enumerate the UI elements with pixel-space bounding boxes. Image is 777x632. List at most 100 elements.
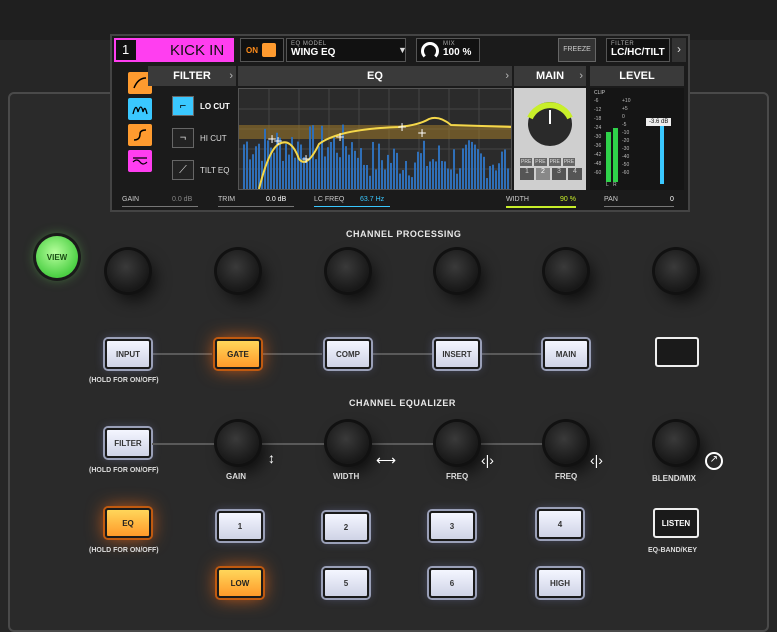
lcfreq-slider[interactable]: [314, 206, 390, 207]
spectrum-bar: [384, 169, 386, 189]
dynamic-eq-band-icon[interactable]: [128, 150, 152, 172]
band-button-3[interactable]: 3: [429, 511, 475, 541]
meter-r-label: R: [613, 182, 617, 188]
filter-item-locut[interactable]: ⌐ LO CUT: [172, 96, 230, 116]
main-send-panel[interactable]: PRE PRE PRE PRE 1 2 3 4: [514, 88, 586, 190]
band-button-low[interactable]: LOW: [217, 568, 263, 598]
processing-knob-1[interactable]: [107, 250, 149, 292]
filter-type-selector[interactable]: FILTER LC/HC/TILT: [606, 38, 670, 62]
chevron-down-icon[interactable]: ▼: [398, 38, 408, 62]
spectrum-bar: [486, 178, 488, 189]
spectrum-bar: [264, 128, 266, 189]
band-button-high[interactable]: HIGH: [537, 568, 583, 598]
pre-tag: PRE: [520, 158, 533, 166]
eq-section-header[interactable]: EQ ›: [238, 66, 512, 86]
trim-value[interactable]: 0.0 dB: [266, 196, 286, 203]
filter-section-header[interactable]: FILTER ›: [148, 66, 236, 86]
spectrum-bar: [495, 170, 497, 189]
bell-band-icon[interactable]: [128, 98, 152, 120]
highcut-band-icon[interactable]: [128, 124, 152, 146]
spectrum-bar: [423, 140, 425, 189]
listen-button[interactable]: LISTEN: [653, 508, 699, 538]
eq-gain-knob[interactable]: [217, 422, 259, 464]
gain-slider[interactable]: [122, 206, 198, 207]
comp-button[interactable]: COMP: [325, 339, 371, 369]
processing-knob-2[interactable]: [217, 250, 259, 292]
spectrum-bar: [504, 149, 506, 189]
gain-knob-label: GAIN: [226, 472, 246, 481]
spectrum-bar: [459, 168, 461, 189]
filter-item-tilt[interactable]: ⟋ TILT EQ: [172, 160, 230, 180]
band-button-5[interactable]: 5: [323, 568, 369, 598]
trim-slider[interactable]: [218, 206, 294, 207]
main-bus-2[interactable]: 2: [536, 168, 550, 180]
insert-button[interactable]: INSERT: [434, 339, 480, 369]
hold-label-filter: (HOLD FOR ON/OFF): [89, 467, 159, 474]
input-button[interactable]: INPUT: [105, 339, 151, 369]
spectrum-bar: [318, 146, 320, 189]
eq-width-knob[interactable]: [327, 422, 369, 464]
processing-knob-3[interactable]: [327, 250, 369, 292]
scale-tick: -50: [622, 162, 630, 168]
eq-freq-knob-2[interactable]: [545, 422, 587, 464]
spectrum-bar: [351, 142, 353, 189]
eq-mix-control[interactable]: MIX 100 %: [416, 38, 480, 62]
blend-icon: ↗: [705, 452, 723, 470]
gate-button[interactable]: GATE: [215, 339, 261, 369]
main-section-header[interactable]: MAIN ›: [514, 66, 586, 86]
main-bus-3[interactable]: 3: [552, 168, 566, 180]
eq-freq-knob-1[interactable]: [436, 422, 478, 464]
spectrum-bar: [435, 161, 437, 189]
pan-value[interactable]: 0: [670, 196, 674, 203]
band-button-2[interactable]: 2: [323, 512, 369, 542]
chevron-right-icon[interactable]: ›: [672, 38, 686, 62]
eq-button[interactable]: EQ: [105, 508, 151, 538]
main-bus-1[interactable]: 1: [520, 168, 534, 180]
band-button-6[interactable]: 6: [429, 568, 475, 598]
gain-label: GAIN: [122, 196, 140, 203]
level-section-header[interactable]: LEVEL: [590, 66, 684, 86]
blank-button[interactable]: [655, 337, 699, 367]
processing-knob-4[interactable]: [436, 250, 478, 292]
band-button-4[interactable]: 4: [537, 509, 583, 539]
spectrum-bar: [366, 164, 368, 189]
filter-button[interactable]: FILTER: [105, 428, 151, 458]
scale-tick: 0: [622, 114, 625, 120]
spectrum-bar: [360, 148, 362, 189]
width-slider[interactable]: [506, 206, 576, 208]
processing-knob-6[interactable]: [655, 250, 697, 292]
scale-tick: -60: [594, 170, 602, 176]
spectrum-bar: [243, 144, 245, 189]
vertical-arrow-icon: ↕: [268, 450, 275, 466]
spectrum-bar: [273, 152, 275, 189]
mix-value: 100 %: [443, 47, 472, 58]
scale-tick: -18: [594, 116, 602, 122]
eq-on-toggle[interactable]: ON: [240, 38, 284, 62]
spectrum-bar: [267, 140, 269, 189]
svg-text:+: +: [301, 152, 311, 166]
band-button-1[interactable]: 1: [217, 511, 263, 541]
view-button[interactable]: VIEW: [36, 236, 78, 278]
scale-tick: -40: [622, 154, 630, 160]
filter-item-hicut[interactable]: ¬ HI CUT: [172, 128, 227, 148]
channel-name-tab[interactable]: 1 KICK IN: [114, 38, 234, 62]
spectrum-bar: [348, 154, 350, 189]
eq-graph[interactable]: + + + + + +: [238, 88, 512, 190]
spectrum-bar: [381, 160, 383, 189]
spectrum-bar: [324, 156, 326, 189]
channel-processing-title: CHANNEL PROCESSING: [346, 229, 462, 239]
pan-slider[interactable]: [604, 206, 674, 207]
eq-model-selector[interactable]: EQ MODEL WING EQ: [286, 38, 406, 62]
spectrum-bar: [444, 161, 446, 189]
main-bus-4[interactable]: 4: [568, 168, 582, 180]
band-icons: [114, 68, 152, 192]
freeze-button[interactable]: FREEZE: [558, 38, 596, 62]
main-button[interactable]: MAIN: [543, 339, 589, 369]
lcfreq-value[interactable]: 63.7 Hz: [360, 196, 384, 203]
level-meter-panel[interactable]: CLIP -6 -12 -18 -24 -30 -36 -42 -48 -60 …: [590, 88, 684, 190]
gain-value[interactable]: 0.0 dB: [172, 196, 192, 203]
width-value[interactable]: 90 %: [560, 196, 576, 203]
processing-knob-5[interactable]: [545, 250, 587, 292]
eq-blend-knob[interactable]: [655, 422, 697, 464]
fader-level-value[interactable]: -3.6 dB: [646, 118, 672, 126]
